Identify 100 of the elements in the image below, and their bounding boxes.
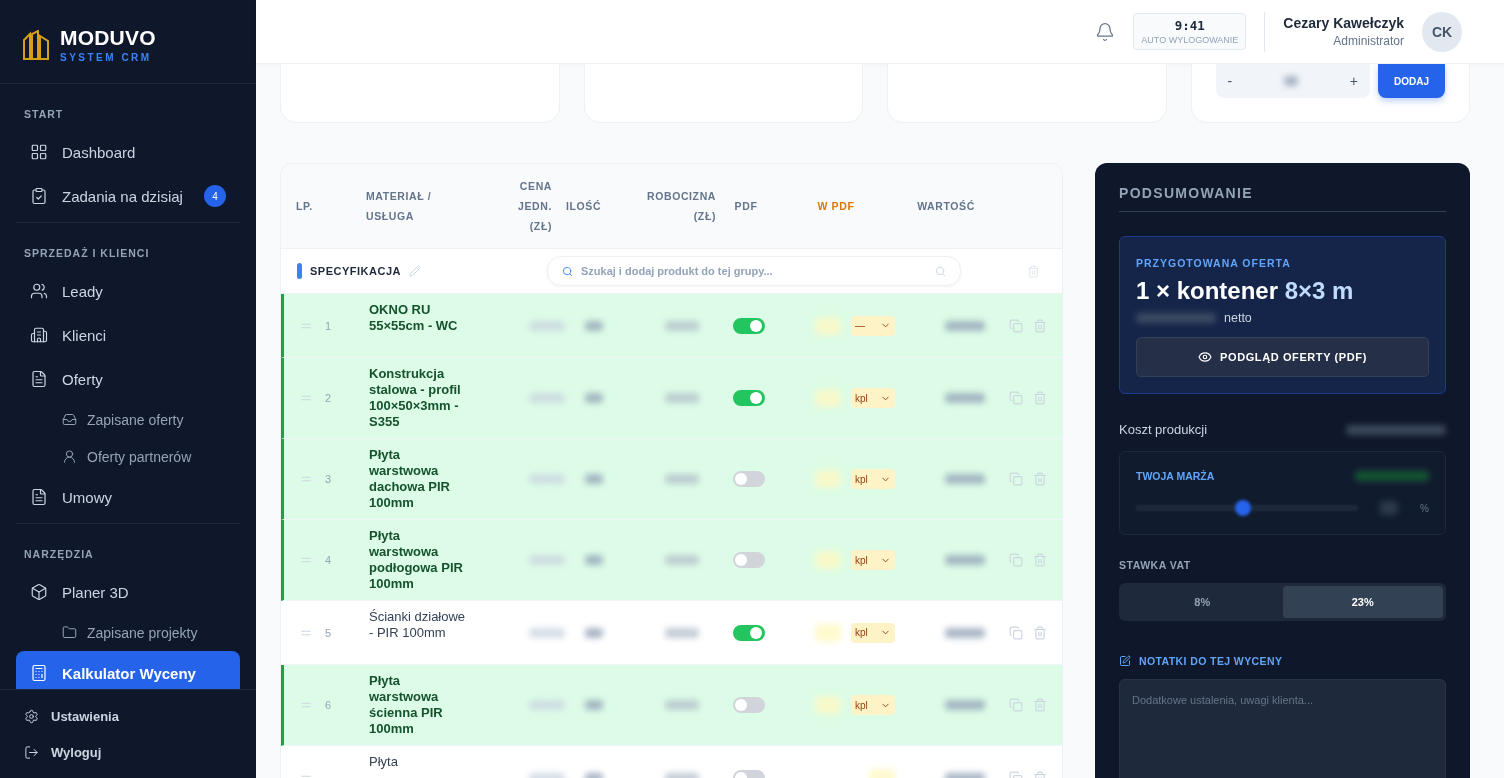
item-name: Ścianki działowe - PIR 100mm	[369, 609, 467, 641]
nav-item[interactable]: Umowy	[16, 475, 240, 519]
document-icon	[30, 370, 48, 388]
notification-bell-icon[interactable]	[1095, 21, 1116, 42]
blurred-value	[945, 555, 985, 565]
nav-item[interactable]: Zadania na dzisiaj 4	[16, 174, 240, 218]
add-button[interactable]: DODAJ	[1378, 64, 1445, 98]
group-marker	[297, 263, 302, 279]
blurred-value	[945, 627, 985, 638]
nav-item[interactable]: Leady	[16, 269, 240, 313]
tray-icon	[62, 412, 77, 427]
user-name: Cezary Kawełczyk	[1283, 15, 1404, 31]
group-name: SPECYFIKACJA	[310, 265, 401, 277]
blurred-value	[529, 393, 565, 403]
avatar[interactable]: CK	[1422, 11, 1462, 52]
blurred-value	[665, 700, 699, 710]
row-number: 4	[325, 554, 332, 566]
count-badge: 4	[204, 185, 226, 207]
nav-item[interactable]: Kalkulator Wyceny	[16, 651, 240, 689]
delete-icon[interactable]	[1027, 264, 1040, 278]
unit-select[interactable]: kpl	[851, 695, 895, 715]
blurred-value	[529, 474, 565, 484]
preview-button[interactable]: PODGLĄD OFERTY (PDF)	[1136, 337, 1429, 377]
vat-option[interactable]: 23%	[1282, 586, 1443, 618]
pdf-toggle[interactable]	[733, 697, 765, 713]
unit-select[interactable]: kpl	[851, 550, 895, 570]
blurred-value	[585, 555, 603, 565]
nav-item[interactable]: Oferty	[16, 357, 240, 401]
search-icon	[934, 265, 946, 277]
column-header: CENA JEDN. (ZŁ)	[517, 179, 552, 234]
edit-icon[interactable]	[408, 265, 421, 277]
footer-link[interactable]: Ustawienia	[16, 698, 240, 734]
blurred-value	[1284, 76, 1298, 86]
blurred-value	[815, 316, 841, 335]
cube-icon	[30, 583, 48, 601]
section-title: START	[23, 107, 65, 122]
pdf-toggle[interactable]	[733, 552, 765, 568]
footer-link[interactable]: Wyloguj	[16, 734, 240, 770]
pdf-toggle[interactable]	[733, 317, 765, 334]
blurred-value	[585, 627, 603, 638]
offer-title: 1 × kontener 8×3 m	[1136, 277, 1355, 305]
delete-icon[interactable]	[1033, 391, 1047, 405]
user-icon	[62, 449, 77, 464]
delete-icon[interactable]	[1033, 625, 1047, 640]
users-icon	[30, 282, 48, 300]
timer-label: AUTO WYLOGOWANIE	[1141, 35, 1239, 45]
blurred-value	[815, 470, 841, 488]
nav-item[interactable]: Planer 3D	[16, 570, 240, 614]
folder-icon	[62, 625, 77, 640]
search-icon	[561, 265, 573, 277]
copy-icon[interactable]	[1009, 625, 1023, 640]
clipboard-icon	[30, 187, 48, 205]
delete-icon[interactable]	[1033, 472, 1047, 486]
margin-label: TWOJA MARŻA	[1136, 470, 1215, 482]
nav-subitem[interactable]: Zapisane projekty	[16, 614, 240, 651]
nav-subitem[interactable]: Zapisane oferty	[16, 401, 240, 438]
delete-icon[interactable]	[1033, 318, 1047, 333]
unit-select[interactable]: kpl	[851, 622, 895, 643]
search-bar[interactable]: Szukaj i dodaj produkt do tej grupy...	[546, 256, 961, 286]
blurred-value	[945, 700, 985, 710]
copy-icon[interactable]	[1009, 472, 1023, 486]
nav-subitem[interactable]: Oferty partnerów	[16, 438, 240, 475]
unit-select[interactable]: kpl	[851, 469, 895, 489]
increment-button[interactable]: +	[1349, 73, 1358, 89]
delete-icon[interactable]	[1033, 553, 1047, 567]
unit-select[interactable]: —	[851, 315, 895, 336]
decrement-button[interactable]: -	[1227, 73, 1233, 89]
blurred-value	[945, 474, 985, 484]
copy-icon[interactable]	[1009, 318, 1023, 333]
offer-label: PRZYGOTOWANA OFERTA	[1136, 257, 1292, 269]
copy-icon[interactable]	[1009, 698, 1023, 712]
vat-option[interactable]: 8%	[1122, 586, 1283, 618]
row-number: 3	[325, 473, 332, 485]
item-name: Konstrukcja stalowa - profil 100×50×3mm - S355	[369, 366, 462, 430]
blurred-value	[585, 393, 603, 403]
vat-label: STAWKA VAT	[1119, 559, 1192, 571]
item-name: Płyta	[369, 754, 399, 770]
nav-item[interactable]: Dashboard	[16, 130, 240, 174]
settings-icon	[24, 708, 39, 724]
row-number: 6	[325, 699, 332, 711]
column-header: LP.	[296, 199, 314, 214]
blurred-value	[529, 320, 565, 331]
pdf-toggle[interactable]	[733, 624, 765, 641]
column-header: ROBOCIZNA (ZŁ)	[646, 189, 716, 224]
building-logo-icon	[22, 29, 50, 60]
blurred-value	[945, 320, 985, 331]
column-header: ILOŚĆ	[566, 199, 603, 214]
delete-icon[interactable]	[1033, 698, 1047, 712]
notes-field[interactable]: Dodatkowe ustalenia, uwagi klienta...	[1119, 679, 1446, 778]
eye-icon	[1198, 350, 1213, 364]
pdf-toggle[interactable]	[733, 471, 765, 487]
blurred-value	[529, 627, 565, 638]
copy-icon[interactable]	[1009, 391, 1023, 405]
slider-thumb[interactable]	[1234, 500, 1251, 516]
blurred-value	[815, 389, 841, 407]
nav-item[interactable]: Klienci	[16, 313, 240, 357]
unit-select[interactable]: kpl	[851, 388, 895, 408]
pdf-toggle[interactable]	[733, 390, 765, 406]
copy-icon[interactable]	[1009, 553, 1023, 567]
row-number: 2	[325, 392, 332, 404]
